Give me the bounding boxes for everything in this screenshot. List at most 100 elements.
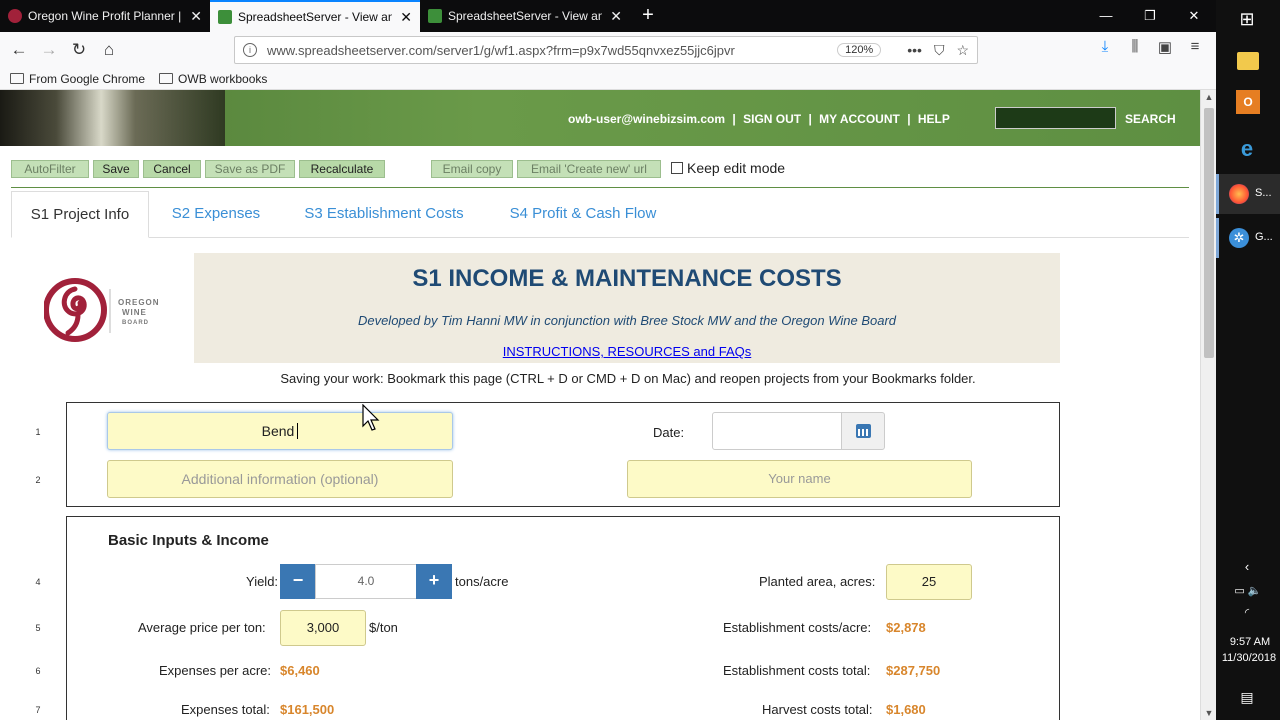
project-name-value: Bend — [261, 423, 295, 439]
email-copy-button[interactable]: Email copy — [431, 160, 513, 178]
bookmarks-bar: From Google Chrome OWB workbooks — [0, 68, 1216, 90]
notifications-icon[interactable]: ▤ — [1232, 682, 1262, 712]
my-account-link[interactable]: MY ACCOUNT — [819, 112, 900, 126]
page-actions-icon[interactable]: ••• — [907, 42, 922, 58]
close-window-icon[interactable]: ✕ — [1172, 0, 1216, 32]
restore-icon[interactable]: ❐ — [1128, 0, 1172, 32]
library-icon[interactable]: ⫼ — [1120, 38, 1150, 56]
header-photo — [0, 90, 225, 146]
sign-out-link[interactable]: SIGN OUT — [743, 112, 801, 126]
home-icon[interactable]: ⌂ — [94, 40, 124, 60]
harvest-costs-total-label: Harvest costs total: — [762, 702, 873, 717]
close-tab-icon[interactable]: ✕ — [190, 8, 202, 25]
instructions-link[interactable]: INSTRUCTIONS, RESOURCES and FAQs — [194, 344, 1060, 359]
downloads-icon[interactable]: ⤓ — [1090, 38, 1120, 56]
browser-tab-spreadsheetserver[interactable]: SpreadsheetServer - View and e ✕ — [420, 0, 630, 32]
browser-tab-spreadsheetserver-active[interactable]: SpreadsheetServer - View and e ✕ — [210, 0, 420, 32]
scroll-down-icon[interactable]: ▼ — [1201, 708, 1217, 718]
additional-info-input[interactable]: Additional information (optional) — [107, 460, 453, 498]
minimize-icon[interactable]: — — [1084, 0, 1128, 32]
tab-title: SpreadsheetServer - View and e — [238, 10, 392, 24]
sidebar-icon[interactable]: ▣ — [1150, 38, 1180, 56]
planted-area-input[interactable]: 25 — [886, 564, 972, 600]
spreadsheet-favicon-icon — [218, 10, 232, 24]
clock-date[interactable]: 11/30/2018 — [1220, 652, 1278, 664]
project-name-input[interactable]: Bend — [107, 412, 453, 450]
wifi-icon[interactable]: ◜ — [1232, 598, 1262, 628]
row-number: 5 — [35, 623, 41, 633]
taskbar-firefox[interactable]: S... — [1216, 174, 1280, 214]
browser-tab-oregon[interactable]: Oregon Wine Profit Planner | O ✕ — [0, 0, 210, 32]
date-picker-button[interactable] — [841, 412, 885, 450]
row-number: 2 — [35, 475, 41, 485]
site-search-input[interactable] — [995, 107, 1116, 129]
close-tab-icon[interactable]: ✕ — [400, 9, 412, 26]
expenses-total-label: Expenses total: — [181, 702, 270, 717]
site-info-icon[interactable]: i — [243, 43, 257, 57]
bookmark-folder-from-google-chrome[interactable]: From Google Chrome — [10, 72, 145, 86]
email-create-new-url-button[interactable]: Email 'Create new' url — [517, 160, 661, 178]
taskbar-chrome[interactable]: ✲ G... — [1216, 218, 1280, 258]
date-input[interactable] — [712, 412, 842, 450]
url-text: www.spreadsheetserver.com/server1/g/wf1.… — [267, 42, 735, 58]
scrollbar-thumb[interactable] — [1204, 108, 1214, 358]
keep-edit-mode-checkbox[interactable]: Keep edit mode — [671, 160, 785, 176]
close-tab-icon[interactable]: ✕ — [610, 8, 622, 25]
tab-s2-expenses[interactable]: S2 Expenses — [157, 191, 275, 238]
folder-icon — [159, 73, 174, 84]
yield-unit: tons/acre — [455, 574, 509, 589]
tab-s4-profit-cash-flow[interactable]: S4 Profit & Cash Flow — [493, 191, 673, 238]
new-tab-button[interactable]: + — [630, 0, 666, 32]
tab-s3-establishment-costs[interactable]: S3 Establishment Costs — [289, 191, 479, 238]
page-scrollbar[interactable]: ▲ ▼ — [1200, 90, 1216, 720]
recalculate-button[interactable]: Recalculate — [299, 160, 385, 178]
oregon-wine-favicon-icon — [8, 9, 22, 23]
oregon-wine-board-logo — [44, 278, 111, 342]
yield-input[interactable]: 4.0 — [315, 564, 417, 599]
outlook-icon[interactable]: O — [1236, 90, 1260, 114]
url-bar[interactable]: i www.spreadsheetserver.com/server1/g/wf… — [234, 36, 978, 64]
pocket-icon[interactable]: ⛉ — [934, 42, 945, 59]
tab-title: Oregon Wine Profit Planner | O — [28, 9, 183, 23]
reload-icon[interactable]: ↻ — [64, 40, 94, 60]
internet-explorer-icon[interactable]: e — [1232, 134, 1262, 164]
your-name-input[interactable]: Your name — [627, 460, 972, 498]
windows-start-icon[interactable]: ⊞ — [1232, 4, 1262, 34]
bookmark-folder-owb-workbooks[interactable]: OWB workbooks — [159, 72, 267, 86]
firefox-label: S... — [1255, 187, 1272, 199]
zoom-indicator[interactable]: 120% — [837, 43, 882, 57]
help-link[interactable]: HELP — [918, 112, 950, 126]
yield-increment-button[interactable]: + — [416, 564, 452, 599]
bookmark-star-icon[interactable]: ☆ — [956, 42, 969, 59]
gear-app-icon: ✲ — [1229, 228, 1249, 248]
est-costs-total-label: Establishment costs total: — [723, 663, 871, 678]
bookmark-label: OWB workbooks — [178, 71, 268, 86]
checkbox-icon[interactable] — [671, 162, 683, 174]
est-costs-total-value: $287,750 — [886, 663, 941, 678]
file-explorer-icon[interactable] — [1237, 52, 1259, 70]
autofilter-button[interactable]: AutoFilter — [11, 160, 89, 178]
save-button[interactable]: Save — [93, 160, 139, 178]
forward-icon[interactable]: → — [34, 40, 64, 60]
logo-line: BOARD — [122, 320, 149, 326]
user-email: owb-user@winebizsim.com — [568, 112, 726, 126]
planted-area-label: Planted area, acres: — [759, 574, 876, 589]
cancel-button[interactable]: Cancel — [143, 160, 201, 178]
avg-price-input[interactable]: 3,000 — [280, 610, 366, 646]
menu-icon[interactable]: ≡ — [1180, 38, 1210, 56]
web-page: owb-user@winebizsim.com | SIGN OUT | MY … — [0, 90, 1200, 720]
est-costs-acre-value: $2,878 — [886, 620, 926, 635]
site-search-button[interactable]: SEARCH — [1125, 112, 1176, 126]
scroll-up-icon[interactable]: ▲ — [1201, 92, 1217, 102]
tab-s1-project-info[interactable]: S1 Project Info — [11, 191, 149, 238]
logo-line: OREGON — [118, 298, 160, 307]
clock-time[interactable]: 9:57 AM — [1226, 636, 1274, 648]
save-as-pdf-button[interactable]: Save as PDF — [205, 160, 295, 178]
yield-decrement-button[interactable]: − — [280, 564, 316, 599]
screen: Oregon Wine Profit Planner | O ✕ Spreads… — [0, 0, 1280, 720]
avg-price-label: Average price per ton: — [138, 620, 266, 635]
folder-icon — [10, 73, 24, 84]
keep-edit-mode-label: Keep edit mode — [687, 160, 786, 176]
back-icon[interactable]: ← — [4, 40, 34, 60]
calendar-icon — [856, 424, 871, 438]
